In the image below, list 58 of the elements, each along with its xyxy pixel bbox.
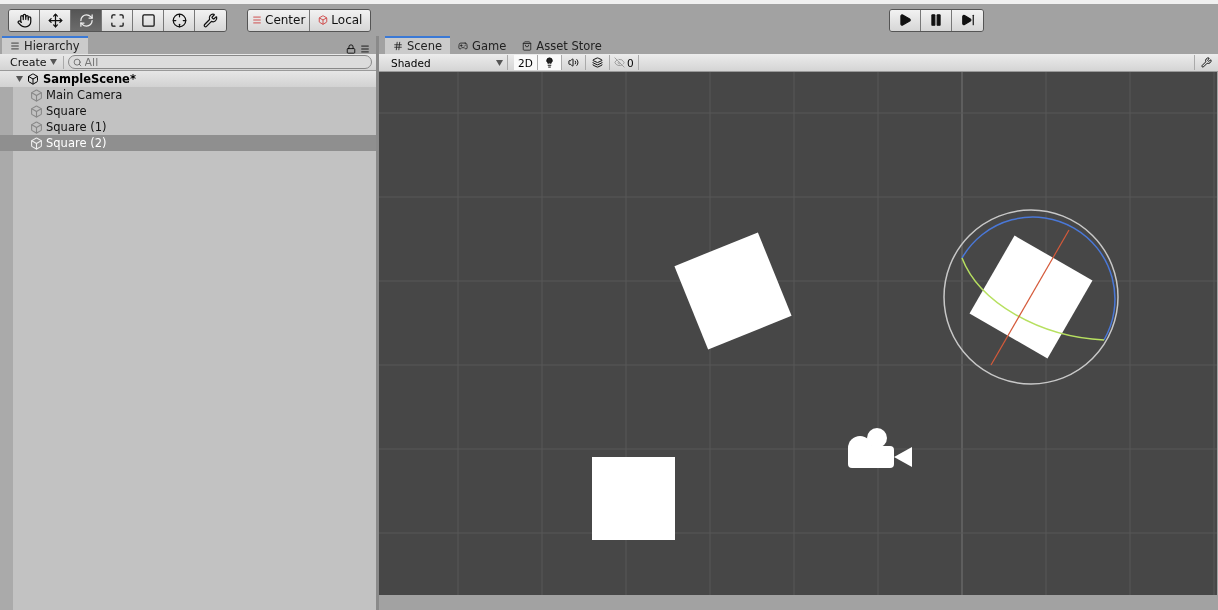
hierarchy-item[interactable]: Square (1) [0, 119, 376, 135]
pivot-button[interactable]: Local [310, 9, 371, 31]
pivot-button[interactable]: Center [248, 9, 311, 31]
rotation-gizmo-drawing[interactable] [943, 209, 1119, 385]
menu-icon[interactable] [360, 44, 370, 54]
lighting-toggle[interactable] [538, 55, 562, 70]
cube-icon [318, 15, 329, 25]
layers-icon [592, 57, 603, 68]
speaker-icon [568, 57, 579, 68]
step-icon [960, 13, 975, 27]
tool-button[interactable] [133, 9, 164, 31]
tool-button[interactable] [195, 9, 226, 31]
move-arrows-icon [47, 12, 63, 28]
search-icon [72, 58, 82, 67]
dropdown-caret-icon [496, 59, 503, 66]
play-icon [898, 13, 912, 27]
list-icon [10, 41, 20, 51]
view-tab[interactable]: Asset Store [514, 36, 610, 54]
create-button[interactable]: Create [4, 55, 64, 69]
scene-row[interactable]: SampleScene* [0, 71, 376, 87]
2d-toggle[interactable]: 2D [514, 55, 538, 70]
cube-icon [30, 136, 43, 150]
wrench-icon [1201, 57, 1212, 68]
playback-button[interactable] [890, 9, 921, 31]
dropdown-caret-icon [49, 59, 57, 65]
hierarchy-item[interactable]: Square [0, 103, 376, 119]
wrench-icon [203, 12, 218, 28]
hand-icon [16, 12, 32, 28]
playback-button[interactable] [921, 9, 952, 31]
cube-icon [30, 120, 43, 134]
crosshair-icon [171, 12, 187, 28]
tool-button[interactable] [164, 9, 195, 31]
scene-viewport[interactable] [379, 72, 1217, 595]
playback-button[interactable] [952, 9, 983, 31]
search-field[interactable]: All [67, 55, 372, 69]
cube-icon [30, 88, 43, 102]
cube-icon [30, 104, 43, 118]
hidden-objects-button[interactable]: 0 [610, 55, 639, 70]
hierarchy-item[interactable]: Main Camera [0, 87, 376, 103]
scene-name: SampleScene* [43, 72, 136, 86]
camera-icon[interactable] [848, 428, 912, 468]
grid-icon [393, 41, 403, 51]
rect-icon [140, 12, 156, 28]
gamepad-icon [458, 41, 469, 51]
tool-button[interactable] [102, 9, 133, 31]
tool-button[interactable] [40, 9, 71, 31]
eye-off-icon [614, 57, 625, 68]
view-tab[interactable]: Scene [385, 36, 451, 54]
tool-button[interactable] [9, 9, 40, 31]
hierarchy-tab[interactable]: Hierarchy [2, 36, 88, 54]
expand-arrow-icon [16, 76, 23, 82]
view-tab[interactable]: Game [450, 36, 515, 54]
pause-icon [929, 13, 943, 27]
bag-icon [522, 41, 533, 51]
draw-mode-dropdown[interactable]: Shaded [387, 55, 508, 70]
lock-icon [346, 44, 356, 54]
lightbulb-icon [544, 57, 555, 68]
rotate-arrows-icon [78, 12, 94, 28]
